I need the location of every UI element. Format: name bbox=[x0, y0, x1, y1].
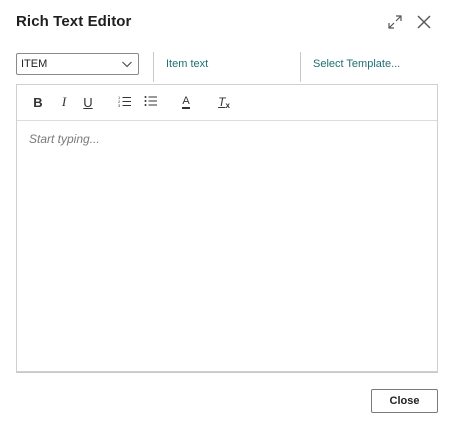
dialog-title: Rich Text Editor bbox=[16, 13, 132, 30]
ordered-list-button[interactable]: 1 2 3 bbox=[117, 93, 133, 111]
font-color-icon: A bbox=[182, 95, 190, 109]
clear-format-icon: T bbox=[218, 95, 226, 109]
bullet-list-button[interactable] bbox=[143, 93, 159, 111]
clear-format-button[interactable]: T x bbox=[216, 93, 232, 111]
chevron-down-icon bbox=[121, 58, 133, 73]
svg-text:3: 3 bbox=[118, 103, 121, 107]
ordered-list-icon: 1 2 3 bbox=[118, 95, 132, 110]
footer-divider bbox=[16, 372, 438, 373]
field-divider bbox=[153, 52, 154, 82]
type-select[interactable]: ITEM bbox=[16, 53, 139, 75]
select-template-link[interactable]: Select Template... bbox=[313, 58, 400, 70]
editor-placeholder: Start typing... bbox=[29, 132, 100, 146]
field-divider bbox=[300, 52, 301, 82]
underline-button[interactable]: U bbox=[81, 93, 95, 111]
type-select-value: ITEM bbox=[21, 58, 48, 70]
clear-format-x-icon: x bbox=[225, 100, 230, 110]
editor-toolbar: B I U 1 2 3 A T x bbox=[17, 85, 437, 121]
italic-button[interactable]: I bbox=[57, 93, 71, 111]
bullet-list-icon bbox=[144, 95, 158, 110]
close-icon[interactable] bbox=[414, 12, 434, 32]
bold-button[interactable]: B bbox=[31, 93, 45, 111]
rich-text-editor[interactable]: B I U 1 2 3 A T x Start typing... bbox=[16, 84, 438, 372]
close-button[interactable]: Close bbox=[371, 389, 438, 413]
expand-icon[interactable] bbox=[385, 12, 405, 32]
item-text-link[interactable]: Item text bbox=[166, 58, 208, 70]
font-color-button[interactable]: A bbox=[179, 93, 193, 111]
